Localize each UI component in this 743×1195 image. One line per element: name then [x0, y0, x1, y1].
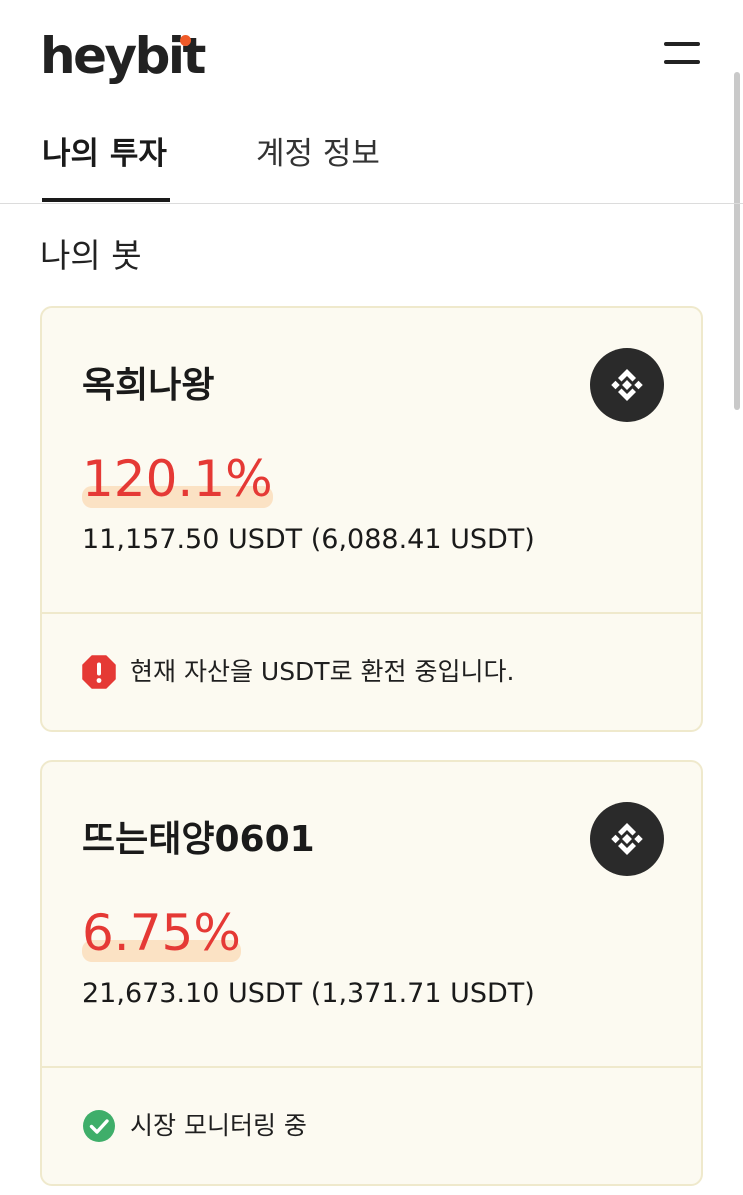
status-text: 시장 모니터링 중: [130, 1111, 307, 1140]
bot-card[interactable]: 뜨는태양0601 6.75% 21,673.10 USDT (1,371.71 …: [40, 760, 703, 1186]
check-circle-icon: [83, 1110, 115, 1142]
binance-icon[interactable]: [590, 802, 664, 876]
menu-line-top: [664, 42, 700, 46]
logo-dot: [180, 35, 191, 46]
app-root: heybit 나의 투자 계정 정보 나의 봇 옥희나왕 120.1% 11,1…: [0, 0, 743, 1195]
bot-name: 옥희나왕: [82, 365, 215, 406]
tab-my-investment[interactable]: 나의 투자: [42, 134, 167, 174]
bot-amount: 21,673.10 USDT (1,371.71 USDT): [82, 978, 535, 1009]
tab-bar: 나의 투자 계정 정보: [0, 108, 743, 204]
active-tab-indicator: [42, 198, 170, 202]
return-percent-wrapper: 120.1%: [82, 450, 273, 508]
bot-amount: 11,157.50 USDT (6,088.41 USDT): [82, 524, 535, 555]
status-text: 현재 자산을 USDT로 환전 중입니다.: [130, 657, 515, 686]
menu-line-bottom: [664, 60, 700, 64]
heybit-logo[interactable]: heybit: [40, 26, 206, 86]
binance-logo-glyph: [611, 823, 643, 855]
tab-account-info[interactable]: 계정 정보: [256, 134, 380, 174]
bot-status: 시장 모니터링 중: [82, 1108, 307, 1144]
bot-status: 현재 자산을 USDT로 환전 중입니다.: [82, 654, 514, 690]
binance-icon[interactable]: [590, 348, 664, 422]
hamburger-menu-icon[interactable]: [662, 38, 702, 68]
return-percent: 6.75%: [82, 904, 241, 962]
return-percent-wrapper: 6.75%: [82, 904, 241, 962]
header: heybit: [0, 0, 743, 108]
bot-card[interactable]: 옥희나왕 120.1% 11,157.50 USDT (6,088.41 USD…: [40, 306, 703, 732]
card-divider: [42, 612, 701, 614]
return-percent: 120.1%: [82, 450, 273, 508]
section-title: 나의 봇: [40, 236, 142, 275]
card-divider: [42, 1066, 701, 1068]
bot-name: 뜨는태양0601: [82, 819, 315, 860]
error-octagon-icon: [82, 655, 116, 689]
binance-logo-glyph: [611, 369, 643, 401]
